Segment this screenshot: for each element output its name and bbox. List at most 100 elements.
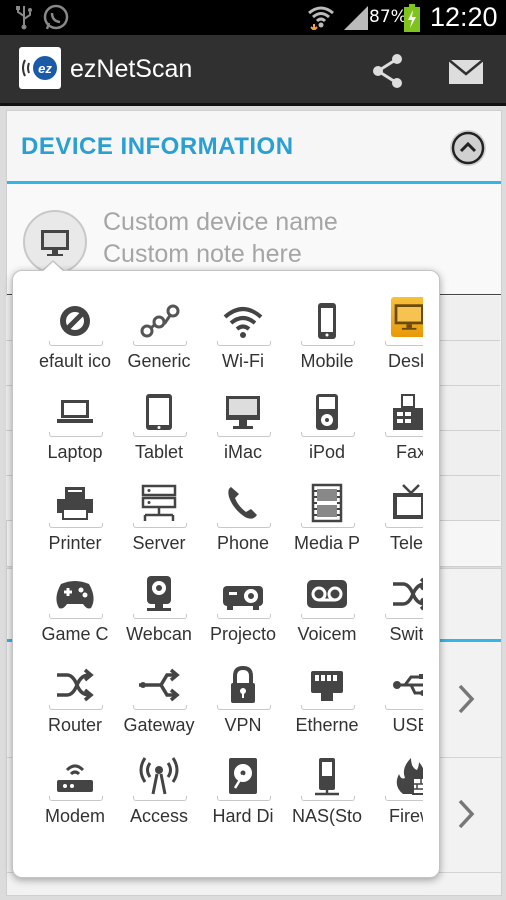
icon-option-imac[interactable]: iMac [201, 384, 285, 475]
icon-option-label: Mobile [300, 351, 354, 371]
printer-icon [57, 487, 93, 520]
icon-option-phone[interactable]: Phone [201, 475, 285, 566]
status-bar: 87% 12:20 [0, 0, 506, 35]
icon-option-label: VPN [224, 715, 262, 735]
device-note-field[interactable]: Custom note here [103, 240, 302, 269]
icon-option-underline [133, 614, 187, 619]
media-player-icon [311, 483, 343, 523]
icon-option-label: iPod [308, 442, 346, 462]
icon-option-television[interactable]: Telev [369, 475, 423, 566]
icon-option-game-controller[interactable]: Game C [33, 566, 117, 657]
icon-option-projector[interactable]: Projecto [201, 566, 285, 657]
icon-option-underline [49, 341, 103, 346]
chevron-up-icon [451, 131, 485, 165]
icon-option-firewall[interactable]: Firew [369, 748, 423, 839]
app-logo-text: ez [38, 61, 52, 76]
icon-option-label: NAS(Sto [291, 806, 363, 826]
television-icon [393, 484, 423, 519]
icon-option-label: Modem [44, 806, 106, 826]
icon-option-label: Generic [127, 351, 191, 371]
icon-option-switch[interactable]: Switc [369, 566, 423, 657]
icon-option-default[interactable]: efault ico [33, 293, 117, 384]
laptop-icon [57, 400, 93, 423]
icon-option-label: Gateway [123, 715, 195, 735]
icon-option-underline [133, 705, 187, 710]
icon-option-media-player[interactable]: Media P [285, 475, 369, 566]
battery-percent: 87% [369, 7, 407, 27]
icon-option-label: Voicem [297, 624, 357, 644]
icon-option-underline [49, 705, 103, 710]
action-bar: ez ezNetScan [0, 35, 506, 106]
icon-option-modem[interactable]: Modem [33, 748, 117, 839]
icon-option-underline [385, 796, 423, 801]
icon-option-label: Wi-Fi [222, 351, 264, 371]
icon-option-access-point[interactable]: Access [117, 748, 201, 839]
icon-grid: efault ico Generic Wi-Fi Mobile Deskt Laptop T… [33, 293, 423, 853]
icon-option-underline [133, 796, 187, 801]
icon-option-underline [385, 432, 423, 437]
icon-option-underline [217, 341, 271, 346]
icon-option-printer[interactable]: Printer [33, 475, 117, 566]
icon-option-underline [49, 432, 103, 437]
icon-option-vpn-lock[interactable]: VPN [201, 657, 285, 748]
icon-option-underline [301, 614, 355, 619]
icon-option-server[interactable]: Server [117, 475, 201, 566]
icon-option-desktop[interactable]: Deskt [369, 293, 423, 384]
icon-option-label: Access [129, 806, 189, 826]
icon-option-underline [133, 341, 187, 346]
signal-icon [344, 6, 368, 30]
email-button[interactable] [446, 51, 486, 91]
icon-option-underline [49, 614, 103, 619]
icon-option-hard-disk[interactable]: Hard Di [201, 748, 285, 839]
icon-option-label: Phone [216, 533, 270, 553]
icon-option-tablet[interactable]: Tablet [117, 384, 201, 475]
icon-option-underline [217, 432, 271, 437]
icon-option-usb[interactable]: USB [369, 657, 423, 748]
icon-option-generic[interactable]: Generic [117, 293, 201, 384]
share-button[interactable] [368, 51, 408, 91]
icon-option-label: efault ico [38, 351, 112, 371]
icon-option-label: Tablet [134, 442, 184, 462]
icon-option-underline [301, 705, 355, 710]
icon-option-label: Projecto [209, 624, 277, 644]
imac-icon [226, 396, 260, 429]
icon-option-ipod[interactable]: iPod [285, 384, 369, 475]
icon-option-fax[interactable]: Fax [369, 384, 423, 475]
server-icon [141, 484, 177, 521]
icon-option-router[interactable]: Router [33, 657, 117, 748]
app-logo[interactable]: ez [19, 47, 61, 89]
device-name-field[interactable]: Custom device name [103, 208, 338, 237]
collapse-button[interactable] [450, 130, 486, 166]
icon-option-underline [385, 341, 423, 346]
vpn-lock-icon [231, 665, 255, 703]
phone-icon [228, 487, 257, 519]
icon-option-laptop[interactable]: Laptop [33, 384, 117, 475]
firewall-icon [396, 758, 423, 795]
icon-option-underline [301, 432, 355, 437]
icon-option-mobile[interactable]: Mobile [285, 293, 369, 384]
modem-icon [57, 764, 93, 792]
gateway-icon [139, 668, 180, 702]
icon-option-gateway[interactable]: Gateway [117, 657, 201, 748]
icon-option-webcam[interactable]: Webcan [117, 566, 201, 657]
router-icon [57, 668, 94, 702]
icon-option-label: Server [132, 533, 186, 553]
icon-option-wifi[interactable]: Wi-Fi [201, 293, 285, 384]
icon-option-label: Fax [395, 442, 423, 462]
icon-option-nas[interactable]: NAS(Sto [285, 748, 369, 839]
voicemail-icon [307, 580, 347, 608]
app-logo-icon: ez [22, 56, 57, 80]
icon-option-label: USB [392, 715, 423, 735]
icon-option-voicemail[interactable]: Voicem [285, 566, 369, 657]
app-title: ezNetScan [70, 55, 193, 83]
icon-option-label: Game C [41, 624, 109, 644]
projector-icon [223, 586, 263, 610]
icon-option-ethernet[interactable]: Etherne [285, 657, 369, 748]
icon-option-label: Etherne [295, 715, 359, 735]
icon-option-underline [49, 523, 103, 528]
fax-icon [393, 394, 423, 430]
ipod-icon [316, 394, 338, 430]
email-icon [448, 59, 484, 84]
webcam-icon [147, 576, 171, 611]
icon-option-underline [217, 523, 271, 528]
